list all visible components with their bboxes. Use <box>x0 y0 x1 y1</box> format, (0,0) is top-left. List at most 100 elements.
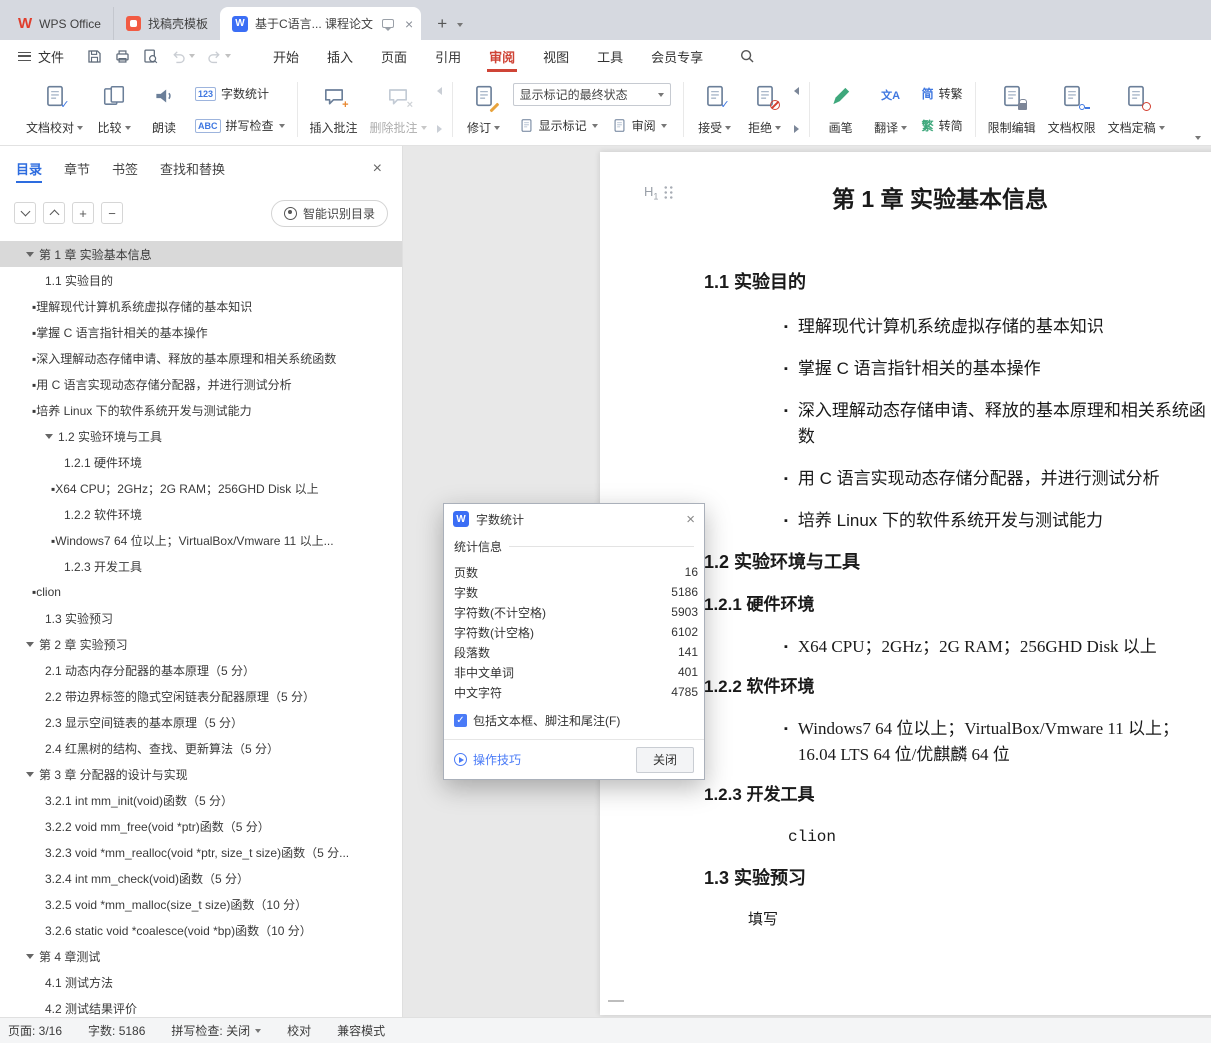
collapse-all-button[interactable] <box>43 202 65 224</box>
toc-item[interactable]: 4.1 测试方法 <box>0 969 402 995</box>
tab-list-chevron-icon[interactable] <box>457 23 464 27</box>
previous-revision-button[interactable] <box>790 83 803 98</box>
toc-collapse-icon[interactable] <box>26 251 34 257</box>
sidebar-tab[interactable]: 查找和替换 <box>160 146 225 191</box>
window-tab-template[interactable]: 找稿壳模板 <box>112 7 220 40</box>
next-revision-button[interactable] <box>790 121 803 136</box>
toc-item[interactable]: 第 2 章 实验预习 <box>0 631 402 657</box>
toc-item[interactable]: 1.2.3 开发工具 <box>0 553 402 579</box>
window-tab-current-document[interactable]: W 基于C语言... 课程论文 × <box>219 7 422 40</box>
toc-item[interactable]: 3.2.3 void *mm_realloc(void *ptr, size_t… <box>0 839 402 865</box>
to-simplified-button[interactable]: 繁 转简 <box>916 115 969 136</box>
print-preview-button[interactable] <box>138 44 163 68</box>
dialog-titlebar[interactable]: W 字数统计 × <box>444 504 704 534</box>
accept-revision-button[interactable]: ✓ 接受 <box>690 77 740 142</box>
menu-tab[interactable]: 审阅 <box>475 40 529 72</box>
sidebar-tab[interactable]: 书签 <box>112 146 138 191</box>
toc-item[interactable]: 第 3 章 分配器的设计与实现 <box>0 761 402 787</box>
toc-item[interactable]: ▪深入理解动态存储申请、释放的基本原理和相关系统函数 <box>0 345 402 371</box>
close-sidebar-icon[interactable]: × <box>373 160 382 178</box>
doc-permission-button[interactable]: 文档权限 <box>1042 77 1102 142</box>
doc-finalize-button[interactable]: 文档定稿 <box>1102 77 1171 142</box>
read-aloud-button[interactable]: 朗读 <box>139 77 189 142</box>
zoom-in-outline-button[interactable]: + <box>72 202 94 224</box>
menu-tab[interactable]: 插入 <box>313 40 367 72</box>
toc-item[interactable]: ▪掌握 C 语言指针相关的基本操作 <box>0 319 402 345</box>
toc-item[interactable]: 2.1 动态内存分配器的基本原理（5 分） <box>0 657 402 683</box>
window-tab-wps-home[interactable]: W WPS Office <box>6 7 113 40</box>
track-changes-button[interactable]: 修订 <box>459 77 509 142</box>
review-pane-button[interactable]: 审阅 <box>606 115 673 136</box>
proofread-indicator[interactable]: 校对 <box>287 1022 311 1039</box>
next-comment-button[interactable] <box>433 121 446 136</box>
page-indicator[interactable]: 页面: 3/16 <box>8 1022 62 1039</box>
menu-tab[interactable]: 开始 <box>259 40 313 72</box>
sidebar-tab[interactable]: 章节 <box>64 146 90 191</box>
toc-item[interactable]: 3.2.6 static void *coalesce(void *bp)函数（… <box>0 917 402 943</box>
compare-button[interactable]: 比较 <box>89 77 139 142</box>
toc-item[interactable]: 1.2.2 软件环境 <box>0 501 402 527</box>
undo-button[interactable] <box>166 44 199 68</box>
restrict-editing-button[interactable]: 限制编辑 <box>982 77 1042 142</box>
markup-state-select[interactable]: 显示标记的最终状态 <box>512 83 671 106</box>
toc-item[interactable]: ▪Windows7 64 位以上；VirtualBox/Vmware 11 以上… <box>0 527 402 553</box>
menu-tab[interactable]: 工具 <box>583 40 637 72</box>
previous-comment-button[interactable] <box>433 83 446 98</box>
toc-item[interactable]: 3.2.1 int mm_init(void)函数（5 分） <box>0 787 402 813</box>
toc-collapse-icon[interactable] <box>26 953 34 959</box>
search-button[interactable] <box>735 44 759 68</box>
delete-comment-button[interactable]: × 删除批注 <box>364 77 433 142</box>
sidebar-tab[interactable]: 目录 <box>16 146 43 191</box>
toc-item[interactable]: 第 1 章 实验基本信息 <box>0 241 402 267</box>
include-footnotes-checkbox[interactable]: ✓ 包括文本框、脚注和尾注(F) <box>444 704 704 739</box>
menu-tab[interactable]: 页面 <box>367 40 421 72</box>
toc-item[interactable]: 第 4 章测试 <box>0 943 402 969</box>
spell-check-indicator[interactable]: 拼写检查: 关闭 <box>171 1022 262 1039</box>
new-tab-button[interactable]: + <box>429 11 455 37</box>
toc-item[interactable]: 4.2 测试结果评价 <box>0 995 402 1017</box>
ink-brush-button[interactable]: 画笔 <box>816 77 866 142</box>
save-button[interactable] <box>82 44 107 68</box>
close-dialog-button[interactable]: 关闭 <box>636 746 694 773</box>
translate-button[interactable]: 文A 翻译 <box>866 77 916 142</box>
word-count-button[interactable]: 123 字数统计 <box>189 83 291 104</box>
close-tab-icon[interactable]: × <box>405 17 413 31</box>
insert-comment-button[interactable]: + 插入批注 <box>304 77 364 142</box>
file-menu-button[interactable]: 文件 <box>10 43 72 69</box>
toc-collapse-icon[interactable] <box>45 433 53 439</box>
toc-item[interactable]: 1.1 实验目的 <box>0 267 402 293</box>
toc-item[interactable]: 2.2 带边界标签的隐式空闲链表分配器原理（5 分） <box>0 683 402 709</box>
zoom-out-outline-button[interactable]: − <box>101 202 123 224</box>
menu-tab[interactable]: 引用 <box>421 40 475 72</box>
menu-tab[interactable]: 视图 <box>529 40 583 72</box>
toc-collapse-icon[interactable] <box>26 771 34 777</box>
toc-item[interactable]: ▪培养 Linux 下的软件系统开发与测试能力 <box>0 397 402 423</box>
toc-item[interactable]: 1.2.1 硬件环境 <box>0 449 402 475</box>
smart-toc-button[interactable]: 智能识别目录 <box>270 199 388 227</box>
toc-item[interactable]: 1.2 实验环境与工具 <box>0 423 402 449</box>
close-dialog-icon[interactable]: × <box>686 512 695 527</box>
expand-all-button[interactable] <box>14 202 36 224</box>
toc-item[interactable]: ▪clion <box>0 579 402 605</box>
show-markup-button[interactable]: 显示标记 <box>513 115 604 136</box>
reject-revision-button[interactable]: 拒绝 <box>740 77 790 142</box>
ribbon-collapse-icon[interactable] <box>1195 136 1201 140</box>
toc-item[interactable]: ▪理解现代计算机系统虚拟存储的基本知识 <box>0 293 402 319</box>
toc-item[interactable]: ▪X64 CPU；2GHz；2G RAM；256GHD Disk 以上 <box>0 475 402 501</box>
toc-item[interactable]: 2.4 红黑树的结构、查找、更新算法（5 分） <box>0 735 402 761</box>
toc-item[interactable]: ▪用 C 语言实现动态存储分配器，并进行测试分析 <box>0 371 402 397</box>
toc-item[interactable]: 2.3 显示空间链表的基本原理（5 分） <box>0 709 402 735</box>
tips-link[interactable]: 操作技巧 <box>454 751 521 768</box>
toc-item[interactable]: 3.2.2 void mm_free(void *ptr)函数（5 分） <box>0 813 402 839</box>
spell-check-button[interactable]: ABC 拼写检查 <box>189 115 291 136</box>
redo-button[interactable] <box>202 44 235 68</box>
toc-item[interactable]: 3.2.5 void *mm_malloc(size_t size)函数（10 … <box>0 891 402 917</box>
toc-item[interactable]: 1.3 实验预习 <box>0 605 402 631</box>
menu-tab[interactable]: 会员专享 <box>637 40 717 72</box>
toc-collapse-icon[interactable] <box>26 641 34 647</box>
word-count-indicator[interactable]: 字数: 5186 <box>88 1022 145 1039</box>
to-traditional-button[interactable]: 简 转繁 <box>916 83 969 104</box>
print-button[interactable] <box>110 44 135 68</box>
toc-item[interactable]: 3.2.4 int mm_check(void)函数（5 分） <box>0 865 402 891</box>
doc-proofread-button[interactable]: ✓ 文档校对 <box>20 77 89 142</box>
